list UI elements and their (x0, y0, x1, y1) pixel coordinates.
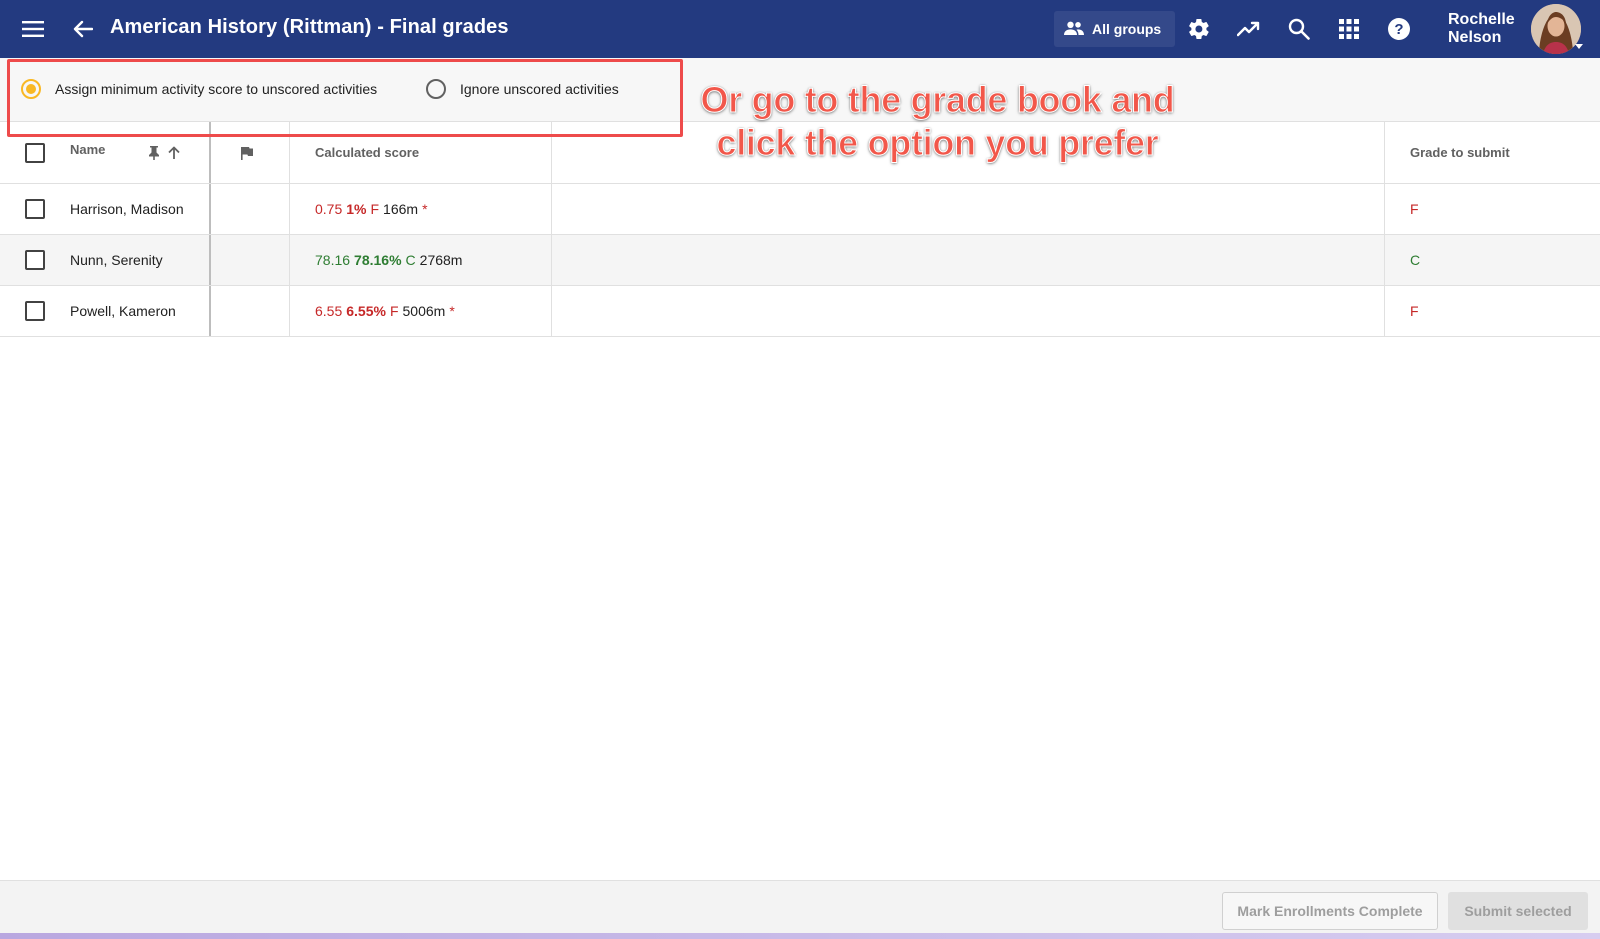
name-header[interactable]: Name (70, 122, 105, 183)
pin-icon[interactable] (148, 122, 160, 183)
column-divider (551, 235, 552, 285)
time-spent: 2768m (419, 252, 463, 268)
sort-ascending-icon[interactable] (167, 122, 181, 183)
gear-icon[interactable] (1184, 14, 1214, 44)
row-select-cell (25, 235, 45, 285)
submit-selected-button[interactable]: Submit selected (1448, 892, 1588, 930)
select-all-checkbox[interactable] (25, 142, 45, 163)
unscored-flag: * (422, 201, 428, 217)
percent-score: 78.16% (354, 252, 402, 268)
row-checkbox[interactable] (25, 301, 45, 321)
column-divider (1384, 235, 1385, 285)
people-icon (1064, 21, 1084, 38)
table-row[interactable]: Powell, Kameron 6.55 6.55% F 5006m * F (0, 286, 1600, 337)
column-divider (551, 122, 552, 183)
calculated-score-header[interactable]: Calculated score (315, 122, 419, 183)
help-icon[interactable]: ? (1384, 14, 1414, 44)
column-divider (551, 184, 552, 234)
column-divider (209, 286, 211, 336)
column-divider (1384, 286, 1385, 336)
row-checkbox[interactable] (25, 199, 45, 219)
column-divider[interactable] (209, 122, 211, 183)
unscored-flag: * (449, 303, 455, 319)
student-name[interactable]: Powell, Kameron (70, 286, 176, 336)
row-select-cell (25, 184, 45, 234)
grade-to-submit[interactable]: C (1410, 235, 1420, 285)
column-divider (289, 235, 290, 285)
percent-score: 6.55% (346, 303, 386, 319)
row-checkbox[interactable] (25, 250, 45, 270)
menu-icon[interactable] (18, 14, 48, 44)
table-row[interactable]: Harrison, Madison 0.75 1% F 166m * F (0, 184, 1600, 235)
letter-grade: F (389, 303, 399, 319)
user-name[interactable]: Rochelle Nelson (1448, 11, 1515, 47)
grade-to-submit[interactable]: F (1410, 286, 1419, 336)
column-divider (289, 122, 290, 183)
row-select-cell (25, 286, 45, 336)
user-last-name: Nelson (1448, 29, 1502, 46)
grade-to-submit[interactable]: F (1410, 184, 1419, 234)
column-divider (289, 184, 290, 234)
calculated-score[interactable]: 6.55 6.55% F 5006m * (315, 286, 459, 336)
chevron-down-icon (1575, 44, 1583, 49)
annotation-callout: Or go to the grade book and click the op… (700, 79, 1175, 164)
user-first-name: Rochelle (1448, 11, 1515, 28)
assign-minimum-option[interactable]: Assign minimum activity score to unscore… (21, 79, 377, 99)
ignore-unscored-label: Ignore unscored activities (460, 81, 619, 97)
table-row[interactable]: Nunn, Serenity 78.16 78.16% C 2768m C (0, 235, 1600, 286)
time-spent: 5006m (402, 303, 446, 319)
trending-up-icon[interactable] (1234, 14, 1264, 44)
raw-score: 78.16 (315, 252, 351, 268)
radio-unchecked-icon[interactable] (426, 79, 446, 99)
apps-grid-icon[interactable] (1334, 14, 1364, 44)
column-divider (209, 184, 211, 234)
all-groups-button[interactable]: All groups (1054, 11, 1176, 47)
page-title: American History (Rittman) - Final grade… (110, 16, 509, 38)
grade-to-submit-header[interactable]: Grade to submit (1410, 122, 1510, 183)
calculated-score-header-label: Calculated score (315, 145, 420, 160)
column-divider (1384, 184, 1385, 234)
column-divider (551, 286, 552, 336)
ignore-unscored-option[interactable]: Ignore unscored activities (426, 79, 619, 99)
column-divider (209, 235, 211, 285)
grade-to-submit-value: F (1410, 303, 1419, 319)
letter-grade: C (405, 252, 416, 268)
mark-enrollments-complete-button[interactable]: Mark Enrollments Complete (1222, 892, 1438, 930)
student-name-label: Nunn, Serenity (70, 252, 163, 268)
footer-bar: Mark Enrollments Complete Submit selecte… (0, 880, 1600, 939)
raw-score: 0.75 (315, 201, 343, 217)
app-bar: American History (Rittman) - Final grade… (0, 0, 1600, 58)
raw-score: 6.55 (315, 303, 343, 319)
select-all-cell (25, 122, 45, 183)
window-edge (0, 933, 1600, 939)
avatar[interactable] (1531, 4, 1581, 54)
grade-to-submit-value: C (1410, 252, 1421, 268)
search-icon[interactable] (1284, 14, 1314, 44)
column-divider (289, 286, 290, 336)
letter-grade: F (370, 201, 380, 217)
calculated-score[interactable]: 78.16 78.16% C 2768m (315, 235, 470, 285)
percent-score: 1% (346, 201, 367, 217)
assign-minimum-label: Assign minimum activity score to unscore… (55, 81, 378, 97)
student-name-label: Harrison, Madison (70, 201, 184, 217)
student-name-label: Powell, Kameron (70, 303, 176, 319)
radio-checked-icon[interactable] (21, 79, 41, 99)
calculated-score[interactable]: 0.75 1% F 166m * (315, 184, 432, 234)
back-arrow-icon[interactable] (68, 14, 98, 44)
column-divider (1384, 122, 1385, 183)
all-groups-label: All groups (1092, 21, 1162, 37)
flag-icon[interactable] (240, 122, 254, 183)
svg-text:?: ? (1394, 21, 1403, 38)
grade-to-submit-value: F (1410, 201, 1419, 217)
name-header-label: Name (70, 142, 106, 157)
time-spent: 166m (383, 201, 419, 217)
student-name[interactable]: Nunn, Serenity (70, 235, 163, 285)
grade-to-submit-header-label: Grade to submit (1410, 145, 1510, 160)
student-name[interactable]: Harrison, Madison (70, 184, 184, 234)
